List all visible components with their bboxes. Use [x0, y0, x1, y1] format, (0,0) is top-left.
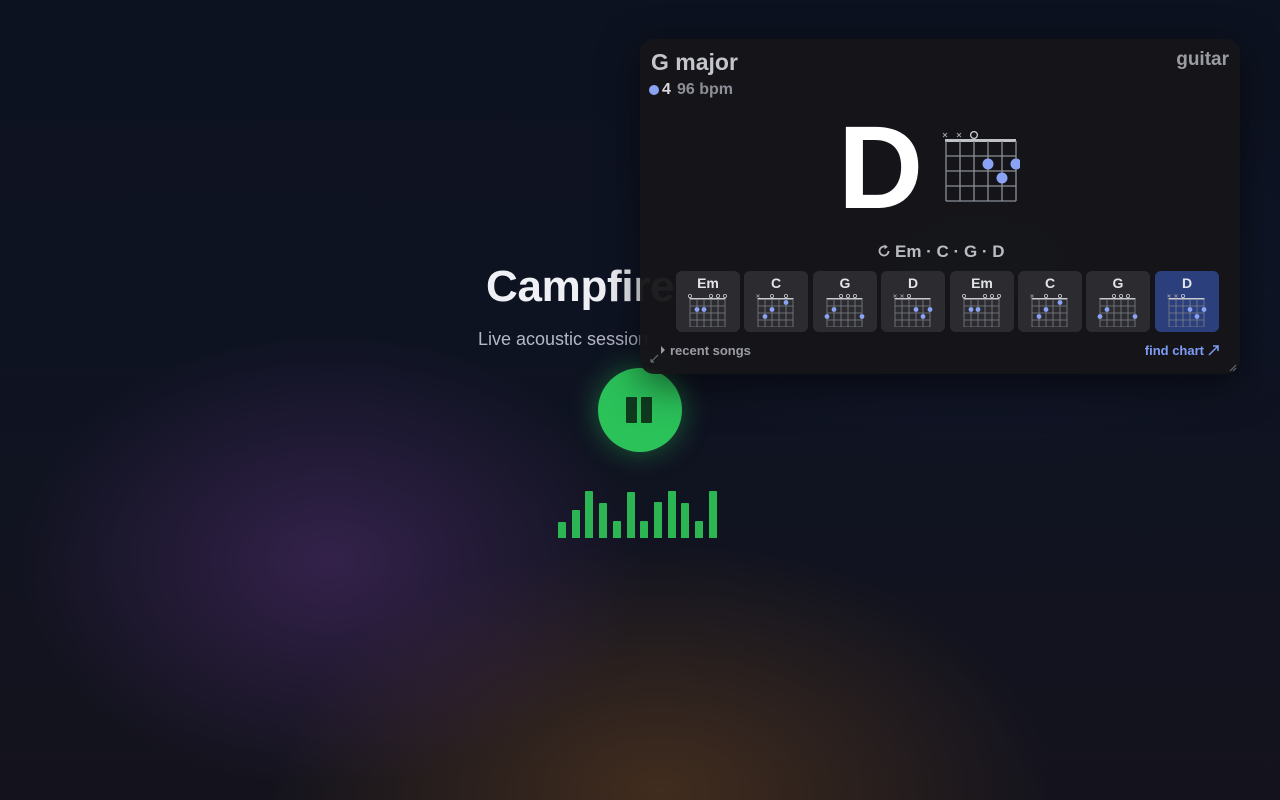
visualizer-bar	[585, 491, 593, 538]
app-subtitle: Live acoustic session	[478, 329, 649, 349]
find-chart-link[interactable]: find chart	[1145, 343, 1220, 358]
visualizer-bar	[572, 510, 580, 538]
chord-card[interactable]: G	[1086, 271, 1150, 332]
diagram-open-marker	[969, 130, 979, 140]
recent-songs-label: recent songs	[670, 343, 751, 358]
instrument-selector[interactable]: guitar	[1176, 49, 1229, 71]
chord-card[interactable]: C	[1018, 271, 1082, 332]
chord-progression: Em · C · G · D	[876, 242, 1005, 262]
diagram-finger	[1010, 158, 1020, 170]
find-chart-label: find chart	[1144, 343, 1204, 358]
chord-card-name: G	[839, 275, 851, 291]
tempo-bpm: 96 bpm	[677, 81, 734, 98]
chord-card-name: C	[770, 275, 782, 291]
current-chord-diagram	[942, 130, 1020, 202]
chord-card-name: C	[1044, 275, 1056, 291]
chord-overlay-panel: G major 4 96 bpm guitar D Em · C · G · D…	[640, 39, 1240, 374]
resize-icon[interactable]	[649, 352, 661, 364]
beat-indicator-icon	[649, 85, 659, 95]
chevron-right-icon	[661, 346, 665, 354]
loop-icon	[878, 244, 890, 257]
song-key: G major	[651, 49, 738, 75]
beat-count: 4	[662, 81, 671, 98]
diagram-grid	[945, 141, 1017, 202]
visualizer-bar	[654, 502, 662, 538]
visualizer-bar	[695, 521, 703, 538]
chord-card-name: Em	[971, 275, 993, 291]
visualizer-bar	[627, 492, 635, 538]
chord-card[interactable]: G	[813, 271, 877, 332]
diagram-finger	[996, 172, 1008, 184]
chord-card[interactable]: D	[1155, 271, 1219, 332]
pause-icon	[626, 397, 654, 423]
recent-songs-toggle[interactable]: recent songs	[661, 343, 751, 358]
visualizer-bar	[640, 521, 648, 538]
chord-card[interactable]: Em	[676, 271, 740, 332]
chord-card-diagram	[824, 293, 865, 327]
visualizer-bar	[613, 521, 621, 538]
diagram-muted-markers	[942, 132, 962, 138]
chord-card-diagram	[962, 293, 1002, 327]
pause-button[interactable]	[598, 368, 682, 452]
visualizer-bar	[599, 503, 607, 538]
chord-card-name: G	[1112, 275, 1124, 291]
chord-card-name: Em	[697, 275, 719, 291]
chord-card[interactable]: D	[881, 271, 945, 332]
diagram-nut	[945, 139, 1016, 142]
chord-card-diagram	[893, 293, 933, 327]
audio-visualizer	[558, 486, 724, 538]
visualizer-bar	[668, 491, 676, 538]
current-chord-name: D	[838, 102, 923, 234]
diagram-finger	[982, 158, 994, 170]
visualizer-bar	[681, 503, 689, 538]
progression-text: Em · C · G · D	[895, 242, 1005, 261]
chord-card-diagram	[1097, 293, 1138, 327]
chord-sequence: Em C G D Em C G D	[676, 271, 1220, 332]
resize-corner-icon[interactable]	[1229, 364, 1237, 372]
chord-card[interactable]: C	[744, 271, 808, 332]
chord-card-name: D	[907, 275, 919, 291]
chord-card[interactable]: Em	[950, 271, 1014, 332]
chord-card-diagram	[1030, 293, 1068, 327]
chord-card-diagram	[756, 293, 794, 327]
chord-card-name: D	[1181, 275, 1193, 291]
external-arrow-icon	[1208, 345, 1219, 356]
chord-card-diagram	[688, 293, 728, 327]
chord-card-diagram	[1167, 293, 1207, 327]
visualizer-bar	[709, 491, 717, 538]
visualizer-bar	[558, 522, 566, 538]
